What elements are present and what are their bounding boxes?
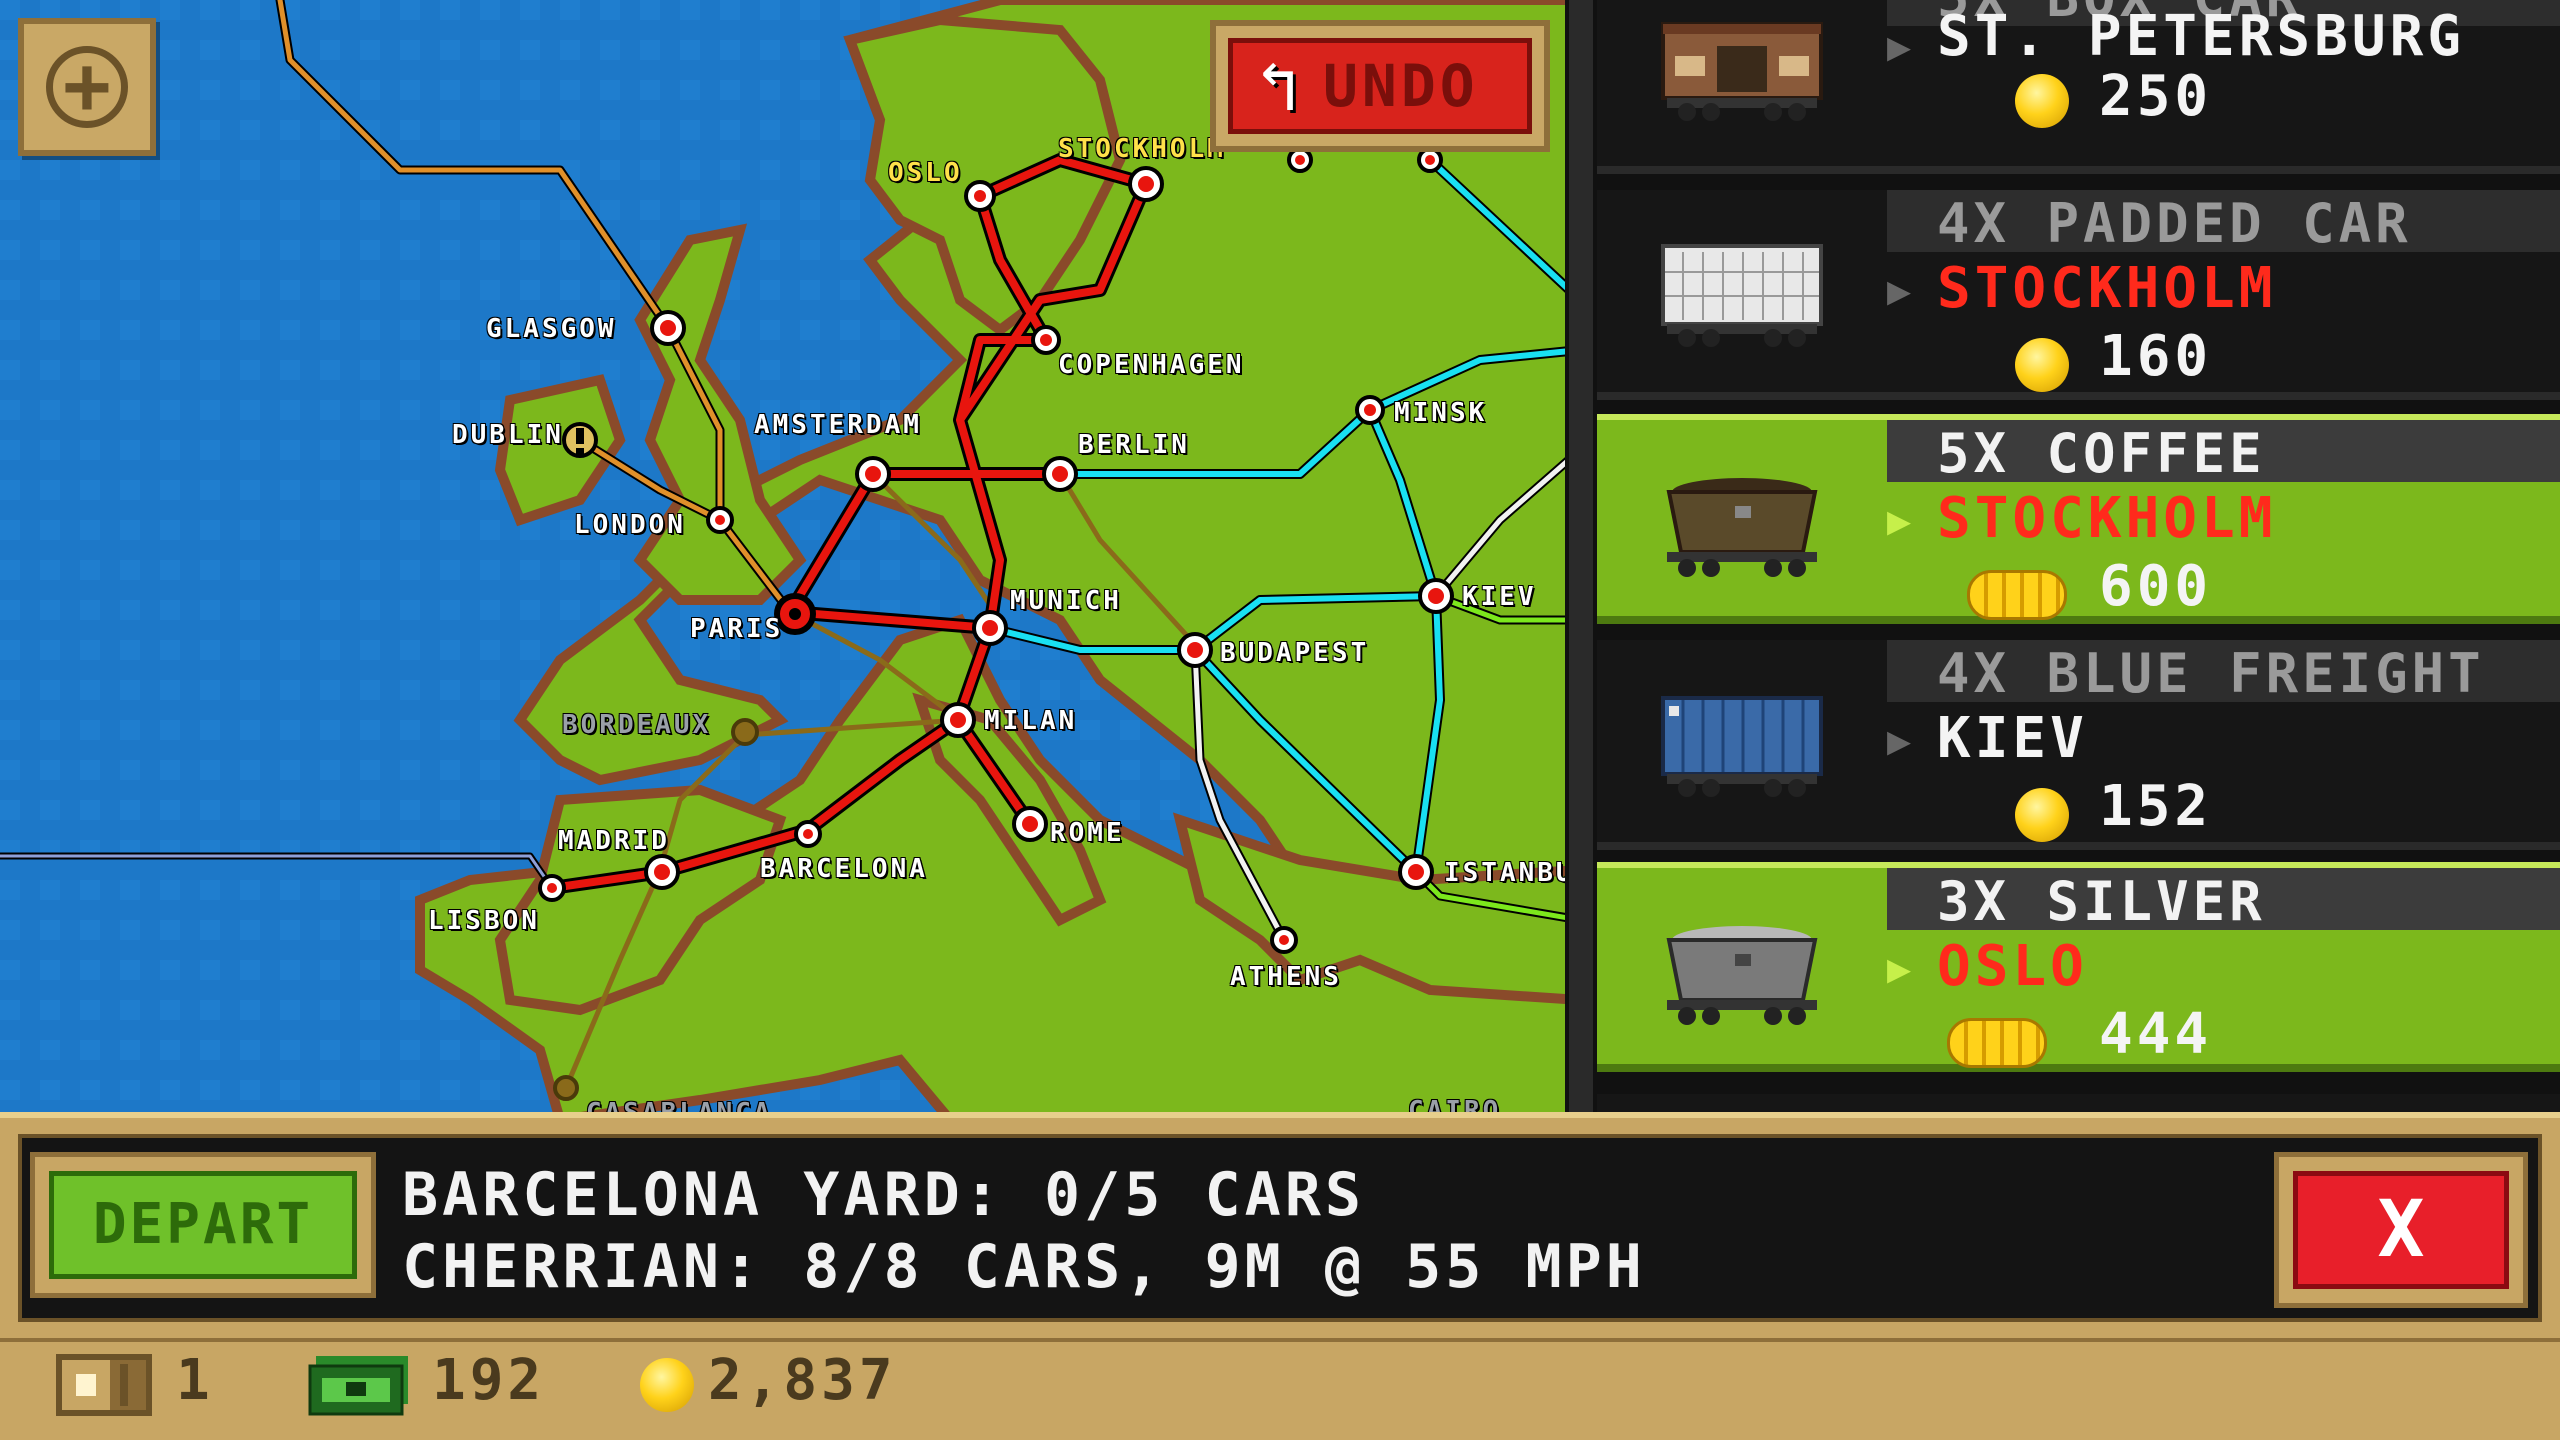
city-label-oslo: OSLO bbox=[888, 158, 963, 188]
station-istanbul[interactable] bbox=[1398, 854, 1434, 890]
city-label-kiev: KIEV bbox=[1462, 582, 1537, 612]
city-label-amsterdam: AMSTERDAM bbox=[754, 410, 922, 440]
city-label-dublin: DUBLIN bbox=[452, 420, 564, 450]
cargo-price: 152 bbox=[2099, 774, 2213, 839]
station-madrid[interactable] bbox=[644, 854, 680, 890]
cargo-item-selected[interactable]: 5X COFFEE ▶ STOCKHOLM 600 bbox=[1597, 414, 2560, 624]
train-status-text: CHERRIAN: 8/8 CARS, 9M @ 55 MPH bbox=[402, 1232, 1646, 1302]
cargo-item[interactable]: 4X BLUE FREIGHT ▶ KIEV 152 bbox=[1597, 640, 2560, 850]
play-arrow-icon: ▶ bbox=[1887, 24, 1912, 70]
city-label-stockholm: STOCKHOLM bbox=[1058, 134, 1226, 164]
city-label-athens: ATHENS bbox=[1230, 962, 1342, 992]
cargo-price: 600 bbox=[2099, 554, 2213, 619]
station-stockholm[interactable] bbox=[1128, 166, 1164, 202]
yard-status-text: BARCELONA YARD: 0/5 CARS bbox=[402, 1160, 1365, 1230]
station-oslo[interactable] bbox=[964, 180, 996, 212]
station-rome[interactable] bbox=[1012, 806, 1048, 842]
city-label-rome: ROME bbox=[1050, 818, 1125, 848]
cars-count: 1 bbox=[176, 1348, 214, 1413]
station-london[interactable] bbox=[706, 506, 734, 534]
container-car-icon bbox=[1661, 696, 1823, 797]
cargo-item[interactable]: 4X PADDED CAR ▶ STOCKHOLM 160 bbox=[1597, 190, 2560, 400]
city-label-madrid: MADRID bbox=[558, 826, 670, 856]
map-graphic bbox=[0, 0, 1580, 1120]
station-north[interactable] bbox=[1417, 147, 1443, 173]
station-berlin[interactable] bbox=[1042, 456, 1078, 492]
station-minsk[interactable] bbox=[1355, 395, 1385, 425]
undo-label: UNDO bbox=[1323, 52, 1479, 120]
play-arrow-icon: ▶ bbox=[1887, 498, 1912, 544]
undo-arrow-icon: ↰ bbox=[1256, 45, 1300, 127]
station-budapest[interactable] bbox=[1177, 632, 1213, 668]
cargo-list[interactable]: 5X BOX CAR ▶ ST. PETERSBURG 250 4X PADDE… bbox=[1597, 0, 2560, 1120]
cash-amount: 192 bbox=[432, 1348, 546, 1413]
cash-icon bbox=[308, 1356, 408, 1416]
station-amsterdam[interactable] bbox=[855, 456, 891, 492]
station-lisbon[interactable] bbox=[538, 874, 566, 902]
city-label-paris: PARIS bbox=[690, 614, 784, 644]
cargo-price: 250 bbox=[2099, 64, 2213, 129]
padded-car-icon bbox=[1661, 244, 1823, 347]
station-munich[interactable] bbox=[972, 610, 1008, 646]
cargo-destination: ST. PETERSBURG bbox=[1937, 4, 2466, 69]
coin-icon bbox=[640, 1358, 694, 1412]
cargo-destination: OSLO bbox=[1937, 934, 2088, 999]
coin-icon bbox=[2015, 338, 2069, 392]
cargo-qty: 4X PADDED CAR bbox=[1937, 192, 2412, 255]
world-map[interactable]: OSLO STOCKHOLM GLASGOW COPENHAGEN DUBLIN… bbox=[0, 0, 1580, 1120]
city-label-berlin: BERLIN bbox=[1078, 430, 1190, 460]
coin-balance: 2,837 bbox=[708, 1348, 897, 1413]
cargo-destination: KIEV bbox=[1937, 706, 2088, 771]
zoom-in-button[interactable]: + bbox=[18, 18, 156, 156]
city-label-lisbon: LISBON bbox=[428, 906, 540, 936]
city-label-munich: MUNICH bbox=[1010, 586, 1122, 616]
plus-icon: + bbox=[62, 39, 112, 132]
station-milan[interactable] bbox=[940, 702, 976, 738]
play-arrow-icon: ▶ bbox=[1887, 718, 1912, 764]
cargo-destination: STOCKHOLM bbox=[1937, 486, 2277, 551]
play-arrow-icon: ▶ bbox=[1887, 268, 1912, 314]
city-label-copenhagen: COPENHAGEN bbox=[1058, 350, 1245, 380]
panel-divider bbox=[1565, 0, 1597, 1120]
station-athens[interactable] bbox=[1270, 926, 1298, 954]
station-dublin[interactable] bbox=[562, 422, 598, 458]
station-casablanca[interactable] bbox=[553, 1075, 579, 1101]
close-button[interactable]: X bbox=[2274, 1152, 2528, 1308]
play-arrow-icon: ▶ bbox=[1887, 946, 1912, 992]
depart-label: DEPART bbox=[49, 1171, 357, 1279]
cargo-item-selected[interactable]: 3X SILVER ▶ OSLO 444 bbox=[1597, 862, 2560, 1072]
cargo-qty: 4X BLUE FREIGHT bbox=[1937, 642, 2485, 705]
gold-bar-icon bbox=[1967, 570, 2067, 620]
undo-button[interactable]: ↰ UNDO bbox=[1210, 20, 1550, 152]
city-label-barcelona: BARCELONA bbox=[760, 854, 928, 884]
train-car-icon bbox=[56, 1354, 152, 1416]
station-copenhagen[interactable] bbox=[1031, 325, 1061, 355]
depart-button[interactable]: DEPART bbox=[30, 1152, 376, 1298]
station-east[interactable] bbox=[1287, 147, 1313, 173]
city-label-milan: MILAN bbox=[984, 706, 1078, 736]
city-label-london: LONDON bbox=[574, 510, 686, 540]
cargo-destination: STOCKHOLM bbox=[1937, 256, 2277, 321]
station-glasgow[interactable] bbox=[650, 310, 686, 346]
coin-icon bbox=[2015, 788, 2069, 842]
hopper-car-icon bbox=[1666, 926, 1818, 1025]
box-car-icon bbox=[1661, 22, 1823, 121]
coin-icon bbox=[2015, 74, 2069, 128]
city-label-istanbul: ISTANBU bbox=[1444, 858, 1575, 888]
cargo-item[interactable]: 5X BOX CAR ▶ ST. PETERSBURG 250 bbox=[1597, 0, 2560, 174]
cargo-qty: 5X COFFEE bbox=[1937, 422, 2266, 485]
city-label-bordeaux: BORDEAUX bbox=[562, 710, 712, 740]
station-bordeaux[interactable] bbox=[731, 718, 759, 746]
gold-bar-icon bbox=[1947, 1018, 2047, 1068]
city-label-minsk: MINSK bbox=[1394, 398, 1488, 428]
cargo-qty: 3X SILVER bbox=[1937, 870, 2266, 933]
city-label-budapest: BUDAPEST bbox=[1220, 638, 1370, 668]
city-label-glasgow: GLASGOW bbox=[486, 314, 617, 344]
station-kiev[interactable] bbox=[1418, 578, 1454, 614]
cargo-price: 444 bbox=[2099, 1002, 2213, 1067]
hopper-car-icon bbox=[1666, 478, 1818, 577]
close-icon: X bbox=[2293, 1171, 2509, 1289]
station-barcelona[interactable] bbox=[794, 820, 822, 848]
cargo-price: 160 bbox=[2099, 324, 2213, 389]
